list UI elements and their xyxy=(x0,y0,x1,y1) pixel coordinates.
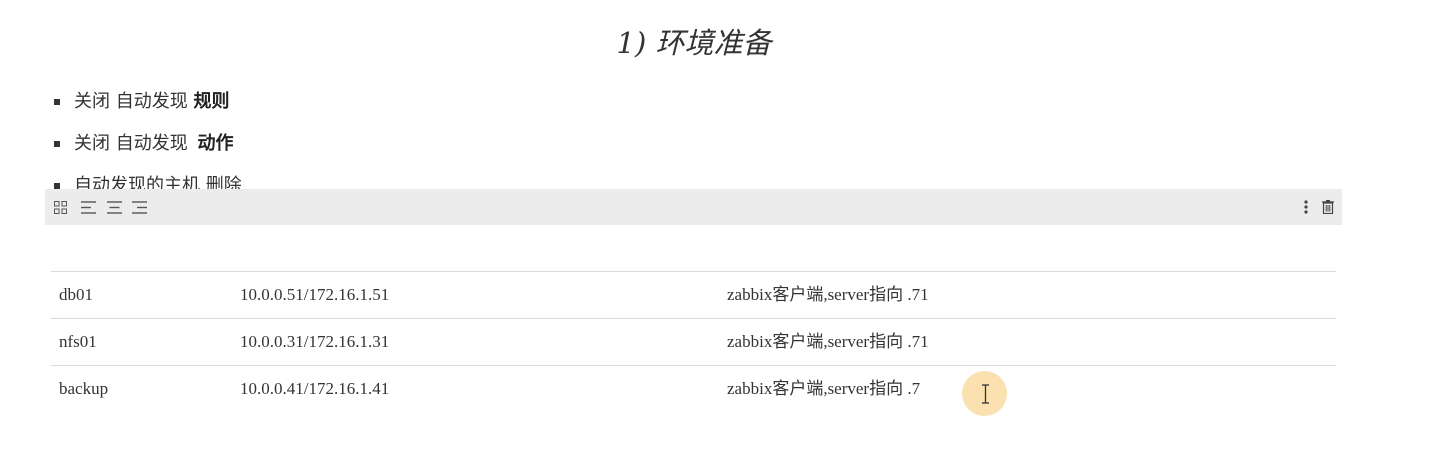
bullet-bold-text: 动作 xyxy=(197,133,234,154)
table-toolbar xyxy=(45,189,1342,225)
table-cell-ip[interactable]: 10.0.0.41/172.16.1.41 xyxy=(240,366,389,412)
bullet-list-area: 关闭 自动发现 规则 关闭 自动发现 动作 自动发现的主机 删除 xyxy=(0,0,1444,190)
align-left-icon[interactable] xyxy=(80,189,96,225)
bullet-list: 关闭 自动发现 规则 关闭 自动发现 动作 自动发现的主机 删除 xyxy=(54,86,242,190)
bullet-text: 自动发现的主机 删除 xyxy=(74,175,242,190)
hosts-table: db01 10.0.0.51/172.16.1.51 zabbix客户端,ser… xyxy=(51,271,1336,412)
table-row[interactable]: nfs01 10.0.0.31/172.16.1.31 zabbix客户端,se… xyxy=(51,318,1336,365)
table-cell-host[interactable]: nfs01 xyxy=(59,319,97,365)
bullet-item[interactable]: 自动发现的主机 删除 xyxy=(54,170,242,190)
bullet-item[interactable]: 关闭 自动发现 动作 xyxy=(54,128,242,170)
bullet-bold-text: 规则 xyxy=(193,91,230,112)
bullet-item[interactable]: 关闭 自动发现 规则 xyxy=(54,86,242,128)
bullet-square-icon xyxy=(54,99,60,105)
table-row[interactable]: backup 10.0.0.41/172.16.1.41 zabbix客户端,s… xyxy=(51,365,1336,412)
table-cell-note[interactable]: zabbix客户端,server指向 .7 xyxy=(727,366,920,412)
bullet-text: 关闭 自动发现 xyxy=(74,133,188,154)
table-cell-note[interactable]: zabbix客户端,server指向 .71 xyxy=(727,319,929,365)
bullet-text: 关闭 自动发现 xyxy=(74,91,188,112)
grid-icon[interactable] xyxy=(52,189,68,225)
table-cell-host[interactable]: backup xyxy=(59,366,108,412)
table-cell-ip[interactable]: 10.0.0.31/172.16.1.31 xyxy=(240,319,389,365)
bullet-square-icon xyxy=(54,141,60,147)
text-cursor-icon xyxy=(982,384,989,404)
table-row[interactable]: db01 10.0.0.51/172.16.1.51 zabbix客户端,ser… xyxy=(51,271,1336,318)
trash-icon[interactable] xyxy=(1321,189,1335,225)
align-right-icon[interactable] xyxy=(131,189,147,225)
align-center-icon[interactable] xyxy=(106,189,122,225)
table-cell-ip[interactable]: 10.0.0.51/172.16.1.51 xyxy=(240,272,389,318)
more-vertical-icon[interactable] xyxy=(1301,189,1311,225)
table-cell-note[interactable]: zabbix客户端,server指向 .71 xyxy=(727,272,929,318)
table-cell-host[interactable]: db01 xyxy=(59,272,93,318)
